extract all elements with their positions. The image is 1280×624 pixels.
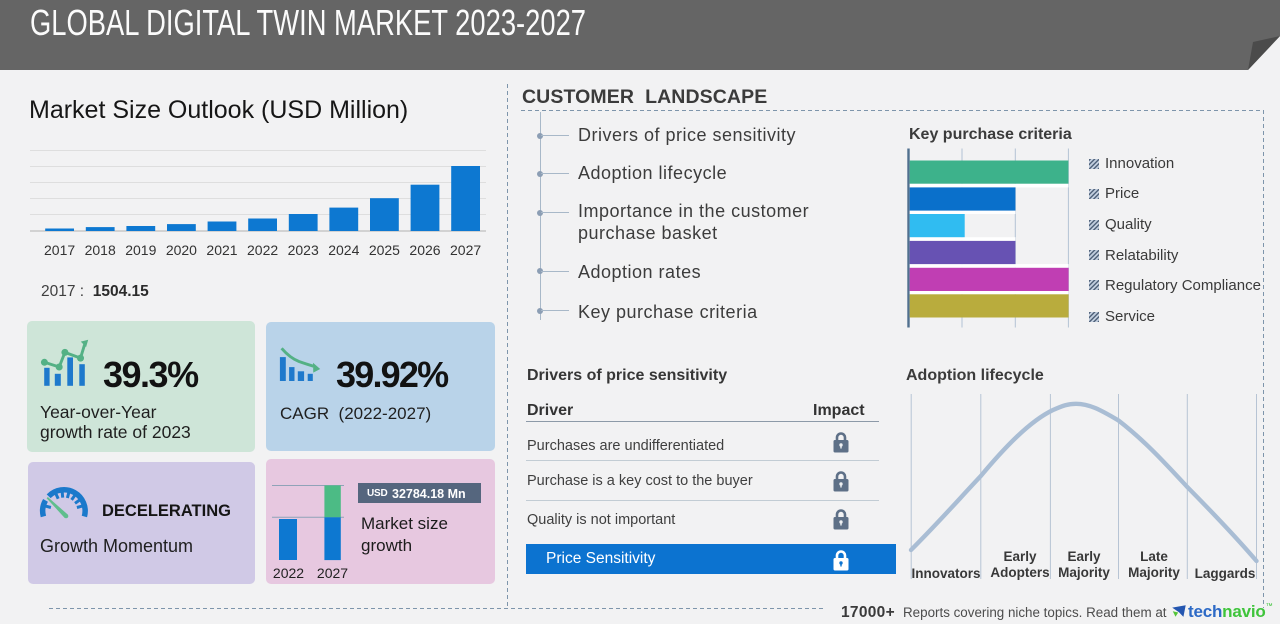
svg-text:2023: 2023 (288, 242, 319, 258)
svg-text:2020: 2020 (166, 242, 197, 258)
svg-text:2024: 2024 (328, 242, 359, 258)
svg-text:2017: 2017 (44, 242, 75, 258)
svg-text:2022: 2022 (247, 242, 278, 258)
svg-text:2026: 2026 (409, 242, 440, 258)
svg-text:2019: 2019 (125, 242, 156, 258)
svg-text:2027: 2027 (450, 242, 481, 258)
svg-text:2018: 2018 (85, 242, 116, 258)
svg-text:2021: 2021 (206, 242, 237, 258)
svg-text:2025: 2025 (369, 242, 400, 258)
